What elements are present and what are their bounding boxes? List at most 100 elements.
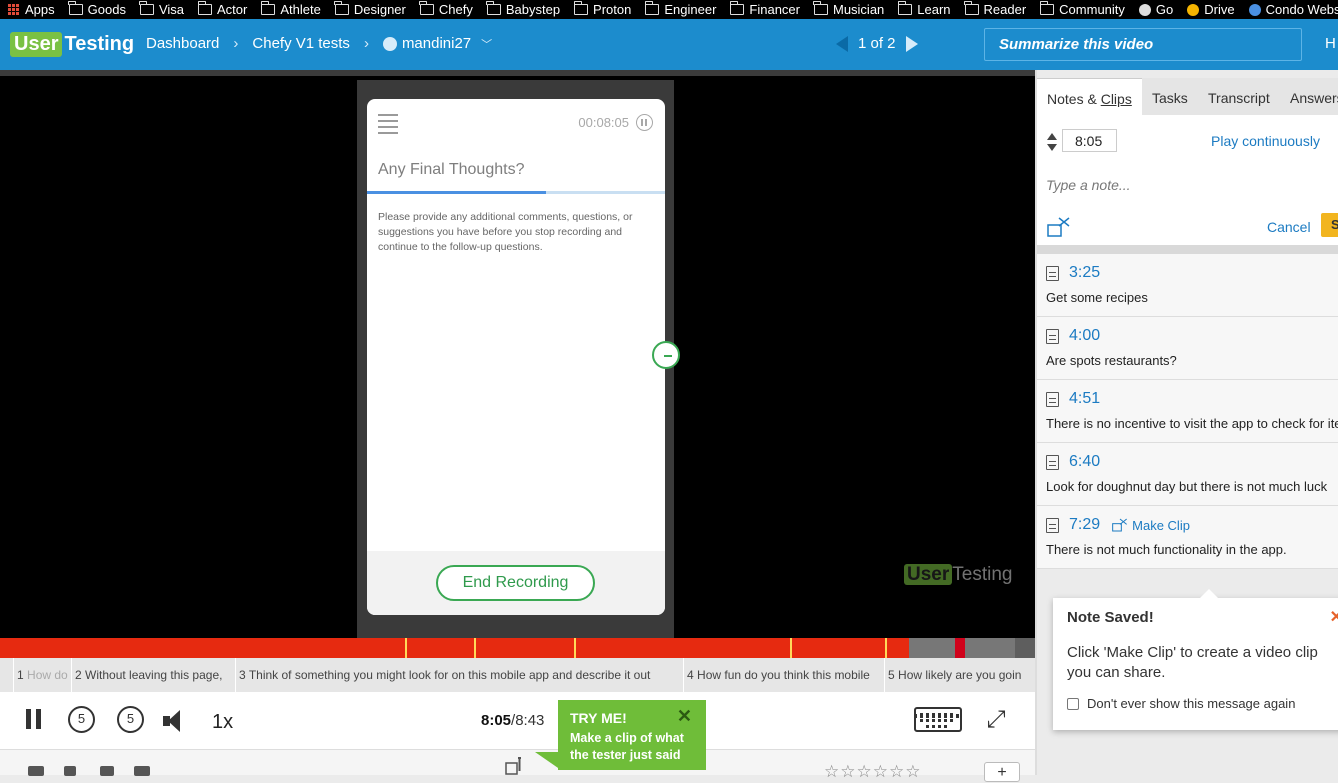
make-clip-icon[interactable] <box>1047 217 1071 237</box>
folder-icon <box>68 1 83 15</box>
bookmark-item[interactable]: Musician <box>813 1 884 17</box>
folder-icon <box>644 1 660 15</box>
bookmark-item[interactable]: Visa <box>139 1 184 17</box>
make-clip-link[interactable]: Make Clip <box>1112 518 1190 533</box>
user-icon <box>382 36 397 51</box>
bookmark-item[interactable]: Athlete <box>260 1 321 17</box>
prev-video-icon[interactable] <box>836 35 848 52</box>
site-icon <box>1248 3 1261 16</box>
note-timestamp[interactable]: 6:40 <box>1069 453 1100 471</box>
make-clip-icon[interactable] <box>505 757 527 775</box>
bookmark-item[interactable]: Condo Webs <box>1248 2 1338 17</box>
summarize-video-field[interactable]: Summarize this video <box>984 28 1302 61</box>
breadcrumb-test[interactable]: Chefy V1 tests <box>252 35 350 52</box>
bookmark-item[interactable]: Actor <box>197 1 247 17</box>
task-segment[interactable]: 5 How likely are you goin <box>884 658 1035 692</box>
bookmark-label: Reader <box>983 2 1027 17</box>
bookmark-item[interactable]: Learn <box>897 1 951 17</box>
bookmark-label: Proton <box>593 2 632 17</box>
note-item[interactable]: 6:40 Look for doughnut day but there is n… <box>1037 443 1338 506</box>
note-input[interactable] <box>1046 175 1326 195</box>
task-segment[interactable]: 1 How do <box>13 658 71 692</box>
volume-icon[interactable] <box>163 710 189 732</box>
fullscreen-icon[interactable]: ⤢ <box>982 706 1010 734</box>
bookmark-item[interactable]: Go <box>1138 2 1173 17</box>
breadcrumb-tester[interactable]: mandini27 <box>402 35 471 52</box>
task-marker[interactable] <box>474 638 476 658</box>
tab-notes-clips[interactable]: Notes & Clips <box>1037 78 1142 115</box>
pause-circle-icon <box>636 114 653 131</box>
play-continuously-link[interactable]: Play continuously <box>1211 133 1320 149</box>
chevron-down-icon[interactable]: ﹀ <box>481 36 492 52</box>
dont-show-checkbox[interactable]: Don't ever show this message again <box>1067 696 1338 711</box>
bookmark-item[interactable]: Reader <box>964 1 1027 17</box>
note-icon <box>1046 517 1059 533</box>
skip-forward-button[interactable]: 5 <box>117 706 144 733</box>
bookmark-item[interactable]: Engineer <box>644 1 716 17</box>
bookmark-item[interactable]: Drive <box>1187 2 1235 17</box>
playback-speed-button[interactable]: 1x <box>212 711 233 734</box>
keyboard-shortcuts-icon[interactable] <box>914 707 962 732</box>
note-text: There is no incentive to visit the app t… <box>1046 416 1338 431</box>
app-header: User Testing Dashboard › Chefy V1 tests … <box>0 19 1338 70</box>
task-segment[interactable]: 3 Think of something you might look for … <box>235 658 683 692</box>
timeline-remaining <box>1015 638 1035 658</box>
task-segment[interactable]: 2 Without leaving this page, <box>71 658 235 692</box>
task-question: Any Final Thoughts? <box>378 161 525 178</box>
bookmark-item[interactable]: Proton <box>573 1 632 17</box>
add-button[interactable]: + <box>984 762 1020 782</box>
tab-transcript[interactable]: Transcript <box>1198 78 1280 115</box>
time-stepper-icon[interactable] <box>1047 133 1057 153</box>
note-item[interactable]: 4:51 There is no incentive to visit the a… <box>1037 380 1338 443</box>
note-timestamp[interactable]: 4:00 <box>1069 327 1100 345</box>
note-item[interactable]: 7:29 Make Clip There is not much functiona… <box>1037 506 1338 569</box>
task-marker[interactable] <box>790 638 792 658</box>
note-item[interactable]: 3:25 Get some recipes <box>1037 254 1338 317</box>
header-trailing-text[interactable]: H <box>1325 35 1336 52</box>
next-video-icon[interactable] <box>905 35 918 52</box>
bookmark-item[interactable]: Financer <box>729 1 800 17</box>
task-segment[interactable]: 4 How fun do you think this mobile <box>683 658 884 692</box>
bookmark-item[interactable]: Goods <box>68 1 126 17</box>
video-pager: 1 of 2 <box>836 35 918 52</box>
skip-back-button[interactable]: 5 <box>68 706 95 733</box>
bookmark-item[interactable]: Chefy <box>419 1 473 17</box>
bookmark-label: Goods <box>87 2 126 17</box>
folder-icon <box>419 1 434 15</box>
note-text: Get some recipes <box>1046 290 1148 305</box>
make-clip-label: Make Clip <box>1132 517 1190 533</box>
usertesting-logo[interactable]: User Testing <box>10 30 134 58</box>
note-timestamp[interactable]: 7:29 <box>1069 516 1100 534</box>
minus-circle-icon <box>652 341 680 369</box>
note-item[interactable]: 4:00 Are spots restaurants? <box>1037 317 1338 380</box>
tryme-title: TRY ME! <box>570 710 627 726</box>
task-marker[interactable] <box>574 638 576 658</box>
note-timestamp[interactable]: 4:51 <box>1069 390 1100 408</box>
bookmark-item[interactable]: Community <box>1039 1 1125 17</box>
save-button[interactable]: S <box>1321 213 1338 237</box>
breadcrumb-dashboard[interactable]: Dashboard <box>146 35 219 52</box>
task-instructions: Please provide any additional comments, … <box>378 211 633 253</box>
pager-label: 1 of 2 <box>858 35 896 52</box>
player-controls: 5 5 1x 8:05/8:43 ⤢ <box>0 692 1035 749</box>
bookmark-item[interactable]: Babystep <box>486 1 560 17</box>
close-icon[interactable]: ✕ <box>677 706 692 727</box>
bookmark-item[interactable]: Designer <box>334 1 406 17</box>
tab-tasks[interactable]: Tasks <box>1142 78 1198 115</box>
note-timestamp[interactable]: 3:25 <box>1069 264 1100 282</box>
task-marker[interactable] <box>405 638 407 658</box>
close-icon[interactable]: ✕ <box>1330 607 1338 627</box>
note-time-field[interactable] <box>1062 129 1117 152</box>
video-timeline[interactable] <box>0 638 1035 662</box>
pause-button[interactable] <box>26 709 42 729</box>
folder-icon <box>813 1 828 15</box>
cancel-button[interactable]: Cancel <box>1267 219 1311 235</box>
checkbox-icon[interactable] <box>1067 697 1079 710</box>
bookmark-item[interactable]: Apps <box>8 2 55 17</box>
note-text: There is not much functionality in the a… <box>1046 542 1287 557</box>
divider <box>1037 245 1338 254</box>
task-marker[interactable] <box>885 638 887 658</box>
tab-answers[interactable]: Answers <box>1280 78 1338 115</box>
bookmark-label: Community <box>1059 2 1125 17</box>
star-rating[interactable]: ☆☆☆☆☆☆ <box>824 762 921 782</box>
